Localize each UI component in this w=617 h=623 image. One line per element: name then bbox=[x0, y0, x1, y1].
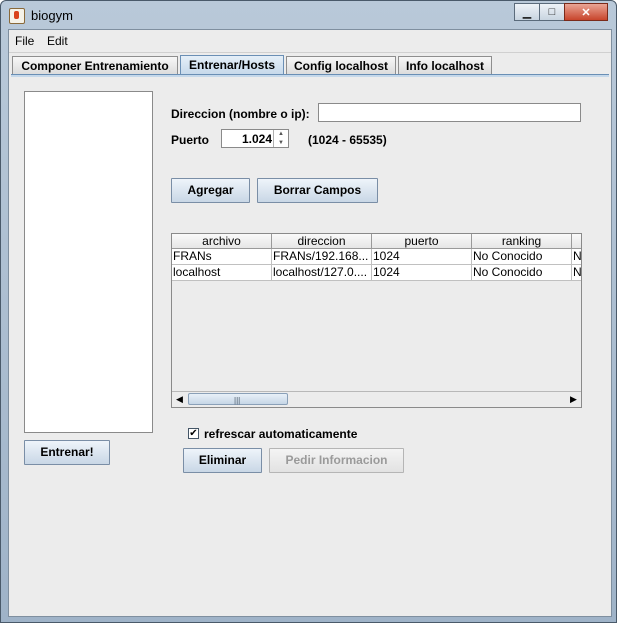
table-cell: No Conocido bbox=[472, 249, 572, 265]
close-icon[interactable]: ✕ bbox=[564, 3, 608, 21]
entrenar-hosts-panel: Entrenar! Direccion (nombre o ip): Puert… bbox=[11, 76, 609, 614]
hosts-list[interactable] bbox=[24, 91, 153, 433]
tab-entrenar-hosts[interactable]: Entrenar/Hosts bbox=[180, 55, 284, 75]
table-cell: FRANs bbox=[172, 249, 272, 265]
column-header-direccion[interactable]: direccion bbox=[272, 234, 372, 249]
column-header-archivo[interactable]: archivo bbox=[172, 234, 272, 249]
title-bar[interactable]: biogym ▁ □ ✕ bbox=[1, 1, 616, 29]
menu-file[interactable]: File bbox=[15, 34, 34, 48]
window-controls: ▁ □ ✕ bbox=[514, 3, 608, 21]
table-body: FRANs FRANs/192.168... 1024 No Conocido … bbox=[172, 249, 581, 281]
content-frame: File Edit Componer Entrenamiento Entrena… bbox=[8, 29, 612, 617]
direccion-input[interactable] bbox=[318, 103, 581, 122]
puerto-value: 1.024 bbox=[241, 132, 272, 146]
table-header: archivo direccion puerto ranking bbox=[172, 234, 581, 249]
table-row[interactable]: FRANs FRANs/192.168... 1024 No Conocido … bbox=[172, 249, 581, 265]
direccion-label: Direccion (nombre o ip): bbox=[171, 107, 310, 121]
tab-strip: Componer Entrenamiento Entrenar/Hosts Co… bbox=[9, 55, 611, 75]
puerto-spinner[interactable]: 1.024 ▲ ▼ bbox=[221, 129, 289, 148]
menu-bar: File Edit bbox=[9, 30, 611, 53]
eliminar-button[interactable]: Eliminar bbox=[183, 448, 262, 473]
puerto-label: Puerto bbox=[171, 133, 210, 147]
hosts-table[interactable]: archivo direccion puerto ranking FRANs F… bbox=[171, 233, 582, 408]
table-cell: N bbox=[572, 249, 581, 265]
table-cell: 1024 bbox=[372, 265, 472, 281]
window-title: biogym bbox=[31, 8, 73, 23]
table-cell: localhost bbox=[172, 265, 272, 281]
minimize-icon[interactable]: ▁ bbox=[514, 3, 540, 21]
table-cell: 1024 bbox=[372, 249, 472, 265]
table-cell: No Conocido bbox=[472, 265, 572, 281]
spinner-down-icon[interactable]: ▼ bbox=[274, 139, 288, 148]
menu-edit[interactable]: Edit bbox=[47, 34, 68, 48]
refrescar-label[interactable]: refrescar automaticamente bbox=[204, 427, 357, 441]
tab-info-localhost[interactable]: Info localhost bbox=[398, 56, 492, 74]
scroll-right-icon[interactable]: ▶ bbox=[566, 392, 581, 407]
tab-componer-entrenamiento[interactable]: Componer Entrenamiento bbox=[12, 56, 178, 74]
table-row[interactable]: localhost localhost/127.0.... 1024 No Co… bbox=[172, 265, 581, 281]
spinner-up-icon[interactable]: ▲ bbox=[274, 130, 288, 139]
horizontal-scrollbar[interactable]: ◀ ||| ▶ bbox=[172, 391, 581, 407]
table-cell: localhost/127.0.... bbox=[272, 265, 372, 281]
table-cell: FRANs/192.168... bbox=[272, 249, 372, 265]
agregar-button[interactable]: Agregar bbox=[171, 178, 250, 203]
column-header-extra[interactable] bbox=[572, 234, 581, 249]
column-header-puerto[interactable]: puerto bbox=[372, 234, 472, 249]
spinner-arrows[interactable]: ▲ ▼ bbox=[273, 130, 288, 147]
maximize-icon[interactable]: □ bbox=[539, 3, 565, 21]
column-header-ranking[interactable]: ranking bbox=[472, 234, 572, 249]
grip-icon: ||| bbox=[234, 396, 241, 405]
refrescar-checkbox[interactable]: ✔ bbox=[188, 428, 199, 439]
scroll-left-icon[interactable]: ◀ bbox=[172, 392, 187, 407]
table-cell: N bbox=[572, 265, 581, 281]
puerto-range-label: (1024 - 65535) bbox=[308, 133, 387, 147]
checkmark-icon: ✔ bbox=[189, 428, 198, 439]
borrar-campos-button[interactable]: Borrar Campos bbox=[257, 178, 378, 203]
entrenar-button[interactable]: Entrenar! bbox=[24, 440, 110, 465]
pedir-informacion-button[interactable]: Pedir Informacion bbox=[269, 448, 404, 473]
tab-config-localhost[interactable]: Config localhost bbox=[286, 56, 396, 74]
scroll-thumb[interactable]: ||| bbox=[188, 393, 288, 405]
java-app-icon bbox=[9, 8, 25, 24]
app-window: biogym ▁ □ ✕ File Edit Componer Entrenam… bbox=[0, 0, 617, 623]
